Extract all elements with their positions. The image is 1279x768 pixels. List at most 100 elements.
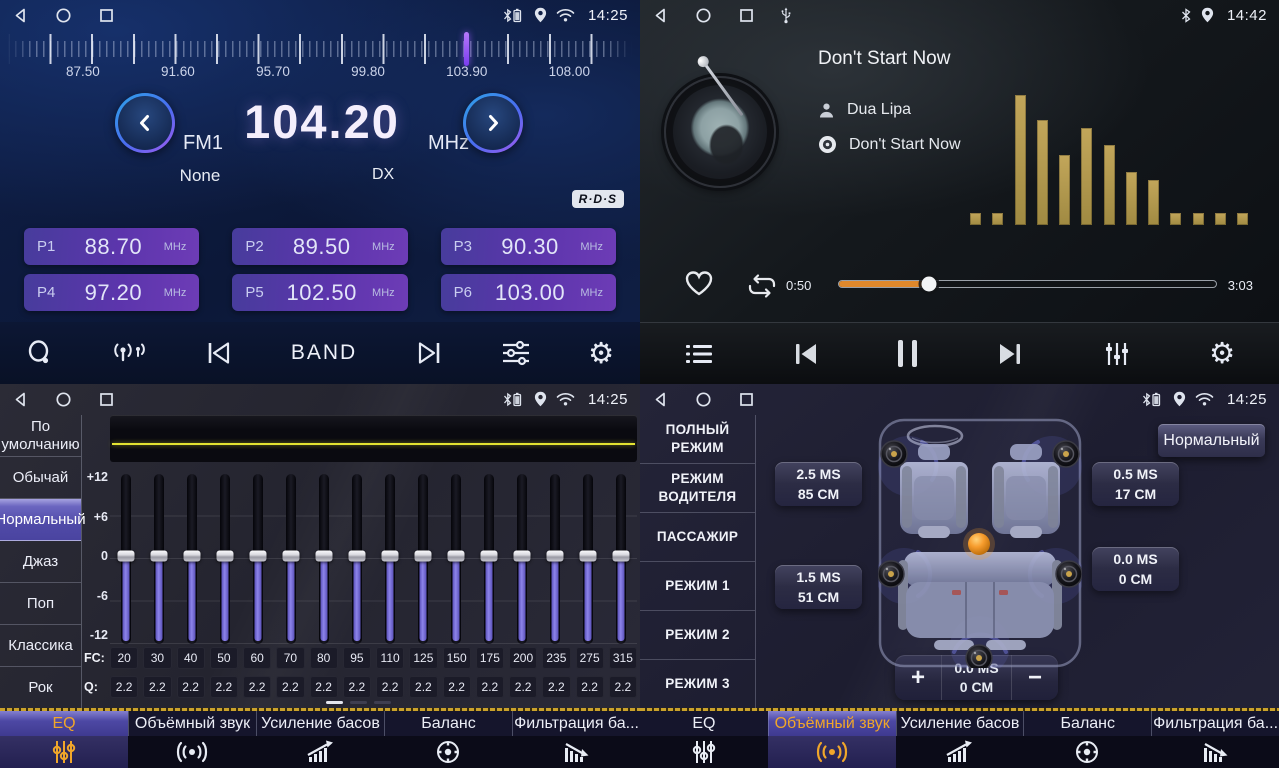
eq-band-slider[interactable] — [604, 474, 637, 644]
eq-preset-item[interactable]: Рок — [0, 667, 81, 708]
tab-eq[interactable]: EQ — [0, 711, 128, 768]
eq-band-slider[interactable] — [308, 474, 341, 644]
eq-slider-handle[interactable] — [349, 550, 366, 561]
front-left-delay-button[interactable]: 2.5 MS 85 CM — [775, 462, 862, 506]
front-right-delay-button[interactable]: 0.5 MS 17 CM — [1092, 462, 1179, 506]
eq-band-slider[interactable] — [242, 474, 275, 644]
tab-surround[interactable]: Объёмный звук — [128, 711, 256, 768]
eq-band-slider[interactable] — [341, 474, 374, 644]
eq-band-slider[interactable] — [505, 474, 538, 644]
fc-value[interactable]: 175 — [476, 647, 504, 669]
eq-band-slider[interactable] — [439, 474, 472, 644]
eq-slider-handle[interactable] — [118, 550, 135, 561]
broadcast-button[interactable] — [111, 340, 147, 366]
radio-preset-button[interactable]: P1 88.70 MHz — [24, 228, 199, 265]
tune-down-button[interactable] — [115, 93, 175, 153]
fc-value[interactable]: 235 — [542, 647, 570, 669]
seek-next-button[interactable] — [414, 340, 444, 366]
rear-left-delay-button[interactable]: 1.5 MS 51 CM — [775, 565, 862, 609]
q-value[interactable]: 2.2 — [409, 676, 437, 698]
recents-icon[interactable] — [98, 391, 115, 408]
eq-slider-handle[interactable] — [316, 550, 333, 561]
home-icon[interactable] — [55, 391, 72, 408]
tab-surround[interactable]: Объёмный звук — [768, 711, 896, 768]
surround-mode-item[interactable]: РЕЖИМ 3 — [640, 660, 755, 708]
radio-preset-button[interactable]: P5 102.50 MHz — [232, 274, 407, 311]
eq-band-slider[interactable] — [143, 474, 176, 644]
eq-slider-handle[interactable] — [184, 550, 201, 561]
settings-button[interactable]: ⚙ — [1209, 339, 1235, 368]
fc-value[interactable]: 125 — [409, 647, 437, 669]
fc-value[interactable]: 30 — [143, 647, 171, 669]
recents-icon[interactable] — [738, 391, 755, 408]
q-value[interactable]: 2.2 — [177, 676, 205, 698]
fc-value[interactable]: 200 — [509, 647, 537, 669]
q-value[interactable]: 2.2 — [276, 676, 304, 698]
eq-band-slider[interactable] — [374, 474, 407, 644]
eq-slider-handle[interactable] — [151, 550, 168, 561]
eq-slider-handle[interactable] — [250, 550, 267, 561]
q-value[interactable]: 2.2 — [376, 676, 404, 698]
fc-value[interactable]: 40 — [177, 647, 205, 669]
eq-band-slider[interactable] — [275, 474, 308, 644]
playlist-button[interactable] — [684, 342, 714, 366]
eq-slider-handle[interactable] — [381, 550, 398, 561]
surround-mode-item[interactable]: РЕЖИМ ВОДИТЕЛЯ — [640, 464, 755, 513]
q-value[interactable]: 2.2 — [542, 676, 570, 698]
tab-eq[interactable]: EQ — [640, 711, 768, 768]
home-icon[interactable] — [55, 7, 72, 24]
home-icon[interactable] — [695, 391, 712, 408]
radio-preset-button[interactable]: P6 103.00 MHz — [441, 274, 616, 311]
favorite-button[interactable] — [684, 270, 714, 300]
eq-preset-item[interactable]: Джаз — [0, 541, 81, 583]
rear-right-delay-button[interactable]: 0.0 MS 0 CM — [1092, 547, 1179, 591]
q-value[interactable]: 2.2 — [509, 676, 537, 698]
tab-balance[interactable]: Баланс — [1023, 711, 1151, 768]
q-value[interactable]: 2.2 — [110, 676, 138, 698]
eq-slider-handle[interactable] — [447, 550, 464, 561]
eq-slider-handle[interactable] — [414, 550, 431, 561]
q-value[interactable]: 2.2 — [243, 676, 271, 698]
fc-value[interactable]: 20 — [110, 647, 138, 669]
recents-icon[interactable] — [98, 7, 115, 24]
equalizer-button[interactable] — [1102, 341, 1132, 367]
q-value[interactable]: 2.2 — [576, 676, 604, 698]
eq-band-slider[interactable] — [110, 474, 143, 644]
tune-up-button[interactable] — [463, 93, 523, 153]
tab-filter[interactable]: Фильтрация ба... — [1151, 711, 1279, 768]
tab-filter[interactable]: Фильтрация ба... — [512, 711, 640, 768]
tuner-needle[interactable] — [464, 32, 469, 66]
q-value[interactable]: 2.2 — [143, 676, 171, 698]
profile-button[interactable]: Нормальный — [1158, 424, 1265, 457]
back-icon[interactable] — [652, 7, 669, 24]
fc-value[interactable]: 315 — [609, 647, 637, 669]
q-value[interactable]: 2.2 — [476, 676, 504, 698]
eq-slider-handle[interactable] — [217, 550, 234, 561]
eq-preset-item[interactable]: По умолчанию — [0, 415, 81, 457]
recents-icon[interactable] — [738, 7, 755, 24]
eq-preset-item[interactable]: Классика — [0, 625, 81, 667]
eq-slider-handle[interactable] — [612, 550, 629, 561]
tuner-scale[interactable] — [8, 34, 632, 64]
q-value[interactable]: 2.2 — [310, 676, 338, 698]
eq-band-slider[interactable] — [571, 474, 604, 644]
radio-preset-button[interactable]: P4 97.20 MHz — [24, 274, 199, 311]
back-icon[interactable] — [652, 391, 669, 408]
scan-button[interactable] — [26, 339, 54, 367]
repeat-button[interactable] — [746, 273, 778, 302]
fc-value[interactable]: 80 — [310, 647, 338, 669]
increase-delay-button[interactable]: + — [895, 655, 941, 700]
eq-slider-handle[interactable] — [513, 550, 530, 561]
eq-band-slider[interactable] — [472, 474, 505, 644]
next-track-button[interactable] — [995, 341, 1025, 367]
fc-value[interactable]: 275 — [576, 647, 604, 669]
fc-value[interactable]: 50 — [210, 647, 238, 669]
home-icon[interactable] — [695, 7, 712, 24]
eq-band-slider[interactable] — [406, 474, 439, 644]
eq-slider-handle[interactable] — [546, 550, 563, 561]
back-icon[interactable] — [12, 391, 29, 408]
eq-slider-handle[interactable] — [579, 550, 596, 561]
progress-thumb[interactable] — [922, 277, 937, 292]
album-art[interactable] — [664, 76, 776, 188]
fc-value[interactable]: 150 — [443, 647, 471, 669]
